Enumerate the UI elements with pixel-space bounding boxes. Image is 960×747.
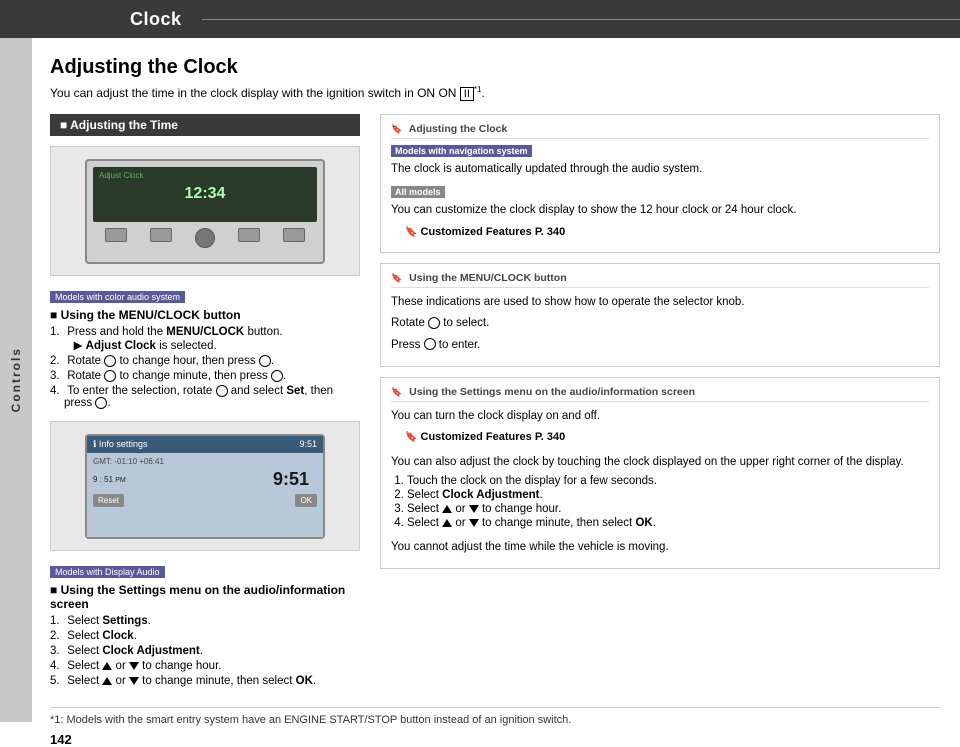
color-audio-image-box: Adjust Clock 12:34 bbox=[50, 146, 360, 276]
content-area: Adjusting the Clock You can adjust the t… bbox=[32, 38, 960, 722]
section-header-label: ■ Adjusting the Time bbox=[60, 118, 178, 132]
section2-text2: Rotate to select. bbox=[391, 315, 929, 332]
section3-text2: You can also adjust the clock by touchin… bbox=[391, 454, 929, 471]
right-column: 🔖 Adjusting the Clock Models with naviga… bbox=[380, 114, 940, 697]
right-section-settings-menu: 🔖 Using the Settings menu on the audio/i… bbox=[380, 377, 940, 569]
color-audio-section: Models with color audio system Using the… bbox=[50, 288, 360, 409]
right-section1-title: 🔖 Adjusting the Clock bbox=[391, 123, 929, 139]
right-section2-title: 🔖 Using the MENU/CLOCK button bbox=[391, 272, 929, 288]
nav-device: ℹ Info settings 9:51 GMT: -01:10 +06:41 … bbox=[85, 434, 325, 539]
footer-note: *1: Models with the smart entry system h… bbox=[50, 707, 940, 726]
display-audio-image-box: ℹ Info settings 9:51 GMT: -01:10 +06:41 … bbox=[50, 421, 360, 551]
header-bar: Clock bbox=[0, 0, 960, 38]
radio-knob bbox=[195, 228, 215, 248]
display-step-1: 1. Select Settings. bbox=[50, 615, 360, 627]
all-model-link: 🔖 Customized Features P. 340 bbox=[391, 224, 929, 241]
main-layout: Controls Adjusting the Clock You can adj… bbox=[0, 38, 960, 722]
sidebar-label: Controls bbox=[9, 347, 23, 412]
page-number: 142 bbox=[50, 732, 940, 747]
color-instr-title: Using the MENU/CLOCK button bbox=[50, 308, 360, 322]
nav-model-text: The clock is automatically updated throu… bbox=[391, 161, 929, 178]
all-model-text: You can customize the clock display to s… bbox=[391, 202, 929, 219]
section-header-adjusting-time: ■ Adjusting the Time bbox=[50, 114, 360, 136]
section3-note: You cannot adjust the time while the veh… bbox=[391, 539, 929, 556]
radio-btn-4 bbox=[283, 228, 305, 242]
left-column: ■ Adjusting the Time Adjust Clock 12:34 bbox=[50, 114, 360, 697]
display-step-2: 2. Select Clock. bbox=[50, 630, 360, 642]
radio-buttons-row bbox=[87, 224, 323, 252]
color-step-2: 2. Rotate to change hour, then press . bbox=[50, 355, 360, 367]
nav-screen-top: ℹ Info settings 9:51 bbox=[87, 436, 323, 453]
display-audio-section: Models with Display Audio Using the Sett… bbox=[50, 563, 360, 687]
subtitle-text: You can adjust the time in the clock dis… bbox=[50, 85, 940, 100]
display-audio-tag: Models with Display Audio bbox=[50, 566, 165, 578]
color-steps-list: 1. Press and hold the MENU/CLOCK button.… bbox=[50, 326, 360, 409]
radio-screen: Adjust Clock 12:34 bbox=[93, 167, 317, 222]
right-section3-title: 🔖 Using the Settings menu on the audio/i… bbox=[391, 386, 929, 402]
section2-text1: These indications are used to show how t… bbox=[391, 294, 929, 311]
page-title: Adjusting the Clock bbox=[50, 56, 940, 79]
ok-button[interactable]: OK bbox=[295, 494, 317, 507]
display-step-4: 4. Select or to change hour. bbox=[50, 660, 360, 672]
sidebar: Controls bbox=[0, 38, 32, 722]
display-step-5: 5. Select or to change minute, then sele… bbox=[50, 675, 360, 687]
header-line bbox=[202, 19, 960, 20]
right-section-adjusting-clock: 🔖 Adjusting the Clock Models with naviga… bbox=[380, 114, 940, 253]
display-steps-list: 1. Select Settings. 2. Select Clock. 3. … bbox=[50, 615, 360, 687]
nav-model-tag: Models with navigation system bbox=[391, 145, 532, 157]
section3-step-4: Select or to change minute, then select … bbox=[407, 517, 929, 529]
display-instr-title: Using the Settings menu on the audio/inf… bbox=[50, 583, 360, 611]
nav-model-block: Models with navigation system The clock … bbox=[391, 145, 929, 178]
section2-text3: Press to enter. bbox=[391, 337, 929, 354]
color-step-4: 4. To enter the selection, rotate and se… bbox=[50, 385, 360, 409]
all-model-block: All models You can customize the clock d… bbox=[391, 186, 929, 240]
section3-steps-list: Touch the clock on the display for a few… bbox=[391, 475, 929, 529]
section3-step-1: Touch the clock on the display for a few… bbox=[407, 475, 929, 487]
color-step-1: 1. Press and hold the MENU/CLOCK button.… bbox=[50, 326, 360, 352]
radio-device: Adjust Clock 12:34 bbox=[85, 159, 325, 264]
nav-screen-buttons: Reset OK bbox=[93, 494, 317, 507]
two-column-layout: ■ Adjusting the Time Adjust Clock 12:34 bbox=[50, 114, 940, 697]
radio-btn-2 bbox=[150, 228, 172, 242]
display-instructions: Using the Settings menu on the audio/inf… bbox=[50, 583, 360, 687]
nav-screen-body: GMT: -01:10 +06:41 9 : 51 PM 9:51 Reset … bbox=[87, 453, 323, 537]
section3-link: 🔖 Customized Features P. 340 bbox=[391, 429, 929, 446]
page-header-title: Clock bbox=[130, 9, 182, 30]
radio-btn-3 bbox=[238, 228, 260, 242]
color-audio-tag: Models with color audio system bbox=[50, 291, 185, 303]
color-step-3: 3. Rotate to change minute, then press . bbox=[50, 370, 360, 382]
right-section-menu-clock: 🔖 Using the MENU/CLOCK button These indi… bbox=[380, 263, 940, 367]
section3-step-3: Select or to change hour. bbox=[407, 503, 929, 515]
radio-btn-1 bbox=[105, 228, 127, 242]
section3-text1: You can turn the clock display on and of… bbox=[391, 408, 929, 425]
display-step-3: 3. Select Clock Adjustment. bbox=[50, 645, 360, 657]
color-instructions: Using the MENU/CLOCK button 1. Press and… bbox=[50, 308, 360, 409]
nav-screen-time-row: 9 : 51 PM 9:51 bbox=[93, 469, 317, 490]
reset-button[interactable]: Reset bbox=[93, 494, 124, 507]
all-model-tag: All models bbox=[391, 186, 445, 198]
section3-step-2: Select Clock Adjustment. bbox=[407, 489, 929, 501]
